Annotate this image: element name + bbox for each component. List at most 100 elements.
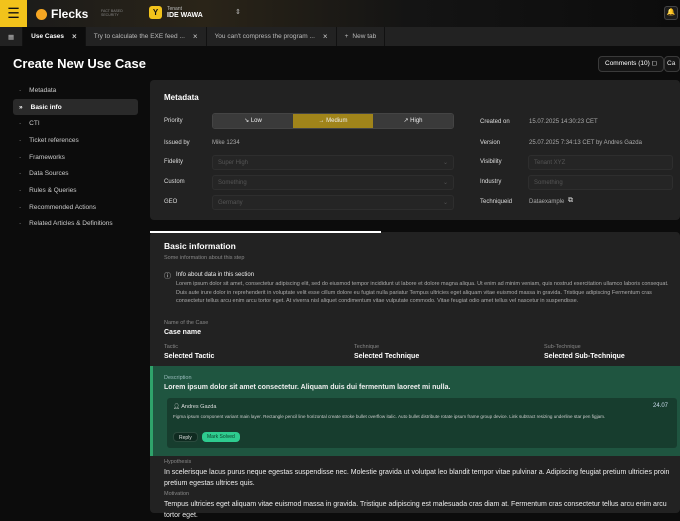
tab-use-cases[interactable]: Use Cases × — [23, 27, 86, 46]
sidebar-item-related-articles[interactable]: · Related Articles & Definitions — [13, 216, 138, 233]
geo-label: GEO — [164, 199, 178, 205]
description-value[interactable]: Lorem ipsum dolor sit amet consectetur. … — [164, 382, 674, 393]
sidebar-label: Ticket references — [29, 136, 79, 144]
comment-author: 👤︎ Andres Gazda — [173, 404, 216, 410]
sidebar-label: Frameworks — [29, 153, 65, 161]
bell-icon[interactable]: 🔔 — [664, 6, 678, 20]
created-on-label: Created on — [480, 119, 510, 125]
select-value: Tenant XYZ — [534, 159, 566, 166]
chevron-down-icon: ⌄ — [442, 160, 448, 166]
logo: Flecks — [36, 7, 88, 21]
priority-high[interactable]: ↗ High — [373, 114, 453, 128]
sidebar-item-basic-info[interactable]: » Basic info — [13, 98, 138, 116]
tab-exe-feed[interactable]: Try to calculate the EXE feed ... × — [86, 27, 207, 46]
industry-label: Industry — [480, 179, 502, 185]
select-value: Something — [534, 179, 563, 186]
select-value: Something — [218, 179, 247, 186]
close-icon[interactable]: × — [323, 32, 328, 41]
bullet-icon: · — [19, 120, 22, 128]
visibility-select[interactable]: Tenant XYZ — [528, 155, 673, 170]
sidebar-item-data-sources[interactable]: · Data Sources — [13, 165, 138, 182]
chevron-updown-icon[interactable]: ⇕ — [235, 8, 241, 16]
logo-icon — [36, 8, 47, 20]
comment-card: 👤︎ Andres Gazda 24.07 Figma ipsum compon… — [167, 398, 677, 448]
case-name-value[interactable]: Case name — [164, 329, 201, 336]
version-value: 25.07.2025 7:34:13 CET by Andres Gazda — [529, 140, 642, 146]
techniqueid-value: Dataexample — [529, 199, 565, 205]
option-label: Medium — [326, 118, 348, 124]
sidebar-item-recommended-actions[interactable]: · Recommended Actions — [13, 199, 138, 216]
sidebar-label: Recommended Actions — [29, 203, 97, 211]
tenant-icon: Y — [149, 6, 162, 19]
close-icon[interactable]: × — [72, 32, 77, 41]
priority-label: Priority — [164, 118, 183, 124]
tab-label: New tab — [352, 33, 377, 40]
tactic-label: Tactic — [164, 344, 179, 350]
fidelity-select[interactable]: Super High ⌄ — [212, 155, 454, 170]
tab-label: Try to calculate the EXE feed ... — [93, 33, 185, 40]
tab-bar: ▦ Use Cases × Try to calculate the EXE fe… — [0, 27, 680, 46]
hypothesis-value[interactable]: In scelerisque lacus purus neque egestas… — [164, 467, 674, 489]
plus-icon: + — [344, 33, 349, 40]
tab-label: You can't compress the program ... — [214, 33, 315, 40]
user-icon: 👤︎ — [173, 404, 180, 410]
custom-select[interactable]: Something ⌄ — [212, 175, 454, 190]
geo-select[interactable]: Germany ⌄ — [212, 195, 454, 210]
bullet-icon: · — [19, 86, 22, 94]
sidebar-label: Basic info — [30, 103, 62, 111]
sidebar-label: Data Sources — [29, 170, 69, 178]
tabs-grid-icon[interactable]: ▦ — [0, 27, 24, 46]
reply-button[interactable]: Reply — [173, 432, 198, 442]
issued-by-label: Issued by — [164, 140, 190, 146]
hypothesis-label: Hypothesis — [164, 459, 192, 465]
progress-bar — [150, 231, 381, 233]
technique-value[interactable]: Selected Technique — [354, 353, 419, 360]
techniqueid-label: Techniqueid — [480, 199, 513, 205]
copy-icon[interactable]: ⧉ — [568, 197, 573, 205]
sidebar: · Metadata » Basic info · CTI · Ticket refer… — [13, 82, 138, 232]
priority-medium[interactable]: → Medium — [293, 114, 373, 128]
sidebar-item-metadata[interactable]: · Metadata — [13, 82, 138, 99]
mark-solved-button[interactable]: Mark Solved — [202, 432, 240, 442]
created-on-value: 15.07.2025 14:30:23 CET — [529, 119, 598, 125]
bullet-icon: · — [19, 220, 22, 228]
description-block: Description Lorem ipsum dolor sit amet c… — [150, 366, 680, 456]
app-name: Flecks — [51, 7, 89, 21]
sidebar-item-cti[interactable]: · CTI — [13, 115, 138, 132]
section-title: Metadata — [164, 93, 199, 102]
info-text: Lorem ipsum dolor sit amet, consectetur … — [176, 281, 669, 304]
select-value: Super High — [218, 159, 249, 166]
comment-icon: ◻ — [651, 60, 658, 67]
select-value: Germany — [218, 199, 243, 206]
option-label: High — [410, 118, 423, 124]
menu-icon[interactable]: ☰ — [0, 0, 27, 27]
section-subtitle: Some information about this step — [164, 255, 245, 261]
close-icon[interactable]: × — [193, 32, 198, 41]
metadata-panel: Metadata Priority ↘ Low → Medium ↗ High … — [150, 80, 680, 220]
tab-label: Use Cases — [31, 33, 65, 40]
info-icon: ⓘ — [164, 273, 171, 280]
bullet-icon: · — [19, 186, 22, 194]
tactic-value[interactable]: Selected Tactic — [164, 353, 214, 360]
new-tab-button[interactable]: + New tab — [337, 27, 386, 46]
page-title: Create New Use Case — [13, 56, 146, 71]
sidebar-label: Related Articles & Definitions — [29, 220, 113, 228]
industry-select[interactable]: Something — [528, 175, 673, 190]
visibility-label: Visibility — [480, 159, 502, 165]
tagline: FACT BASED SECURITY — [101, 9, 123, 17]
tab-compress[interactable]: You can't compress the program ... × — [207, 27, 337, 46]
motivation-value[interactable]: Tempus ultricies eget aliquam vitae euis… — [164, 499, 674, 521]
priority-low[interactable]: ↘ Low — [213, 114, 293, 128]
motivation-label: Motivation — [164, 491, 190, 497]
sidebar-item-ticket-references[interactable]: · Ticket references — [13, 132, 138, 149]
cancel-button[interactable]: Ca — [664, 56, 680, 72]
subtechnique-value[interactable]: Selected Sub-Technique — [544, 353, 625, 360]
sidebar-label: CTI — [29, 120, 40, 128]
priority-toggle: ↘ Low → Medium ↗ High — [212, 113, 454, 129]
sidebar-item-rules-queries[interactable]: · Rules & Queries — [13, 182, 138, 199]
bullet-icon: · — [19, 203, 22, 211]
sidebar-item-frameworks[interactable]: · Frameworks — [13, 149, 138, 166]
sidebar-label: Rules & Queries — [29, 186, 77, 194]
tenant-selector[interactable]: Y Tenant IDE WAWA — [149, 6, 203, 19]
comments-button[interactable]: Comments (10) ◻ — [598, 56, 665, 72]
